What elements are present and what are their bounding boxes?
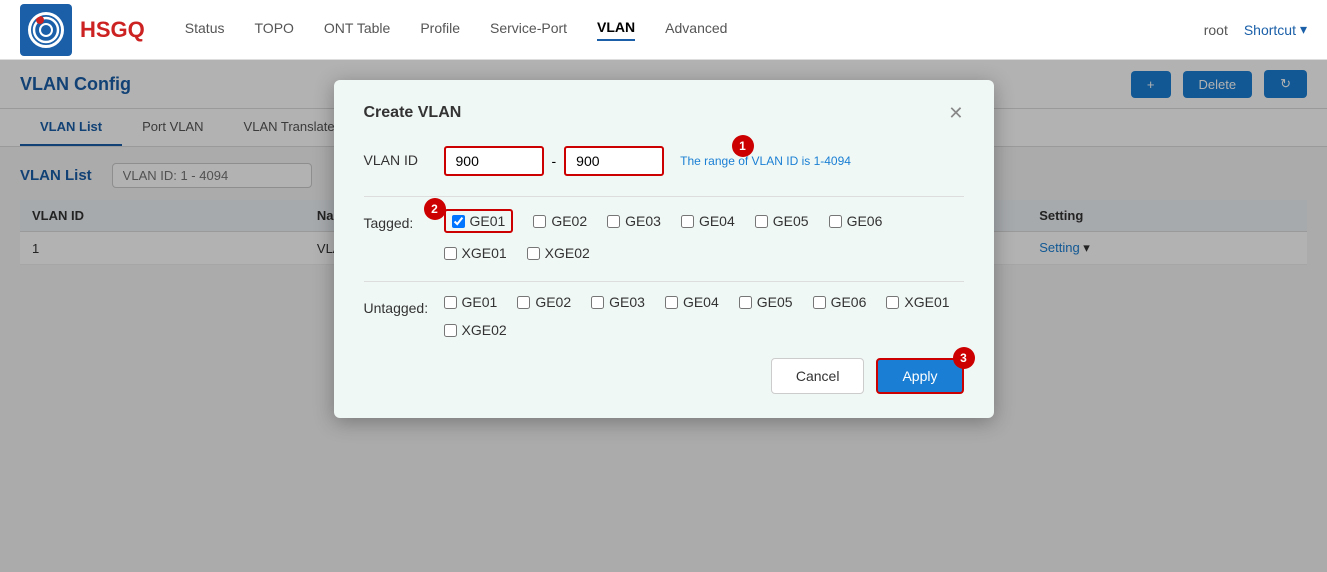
untagged-ge03-checkbox[interactable]	[591, 296, 604, 309]
nav-right: root Shortcut ▾	[1204, 21, 1307, 38]
tagged-ge05[interactable]: GE05	[755, 209, 809, 233]
vlan-id-start-input[interactable]	[444, 146, 544, 176]
tagged-ge01-checkbox[interactable]	[452, 215, 465, 228]
untagged-ge05-checkbox[interactable]	[739, 296, 752, 309]
tagged-xge02-checkbox[interactable]	[527, 247, 540, 260]
untagged-ge06-checkbox[interactable]	[813, 296, 826, 309]
tagged-ge04-checkbox[interactable]	[681, 215, 694, 228]
nav-profile[interactable]: Profile	[420, 20, 460, 40]
tagged-ge02-checkbox[interactable]	[533, 215, 546, 228]
chevron-down-icon: ▾	[1300, 21, 1307, 38]
vlan-id-end-input[interactable]	[564, 146, 664, 176]
untagged-ge06[interactable]: GE06	[813, 294, 867, 310]
tagged-xge02[interactable]: XGE02	[527, 245, 590, 261]
untagged-ge03[interactable]: GE03	[591, 294, 645, 310]
nav-links: Status TOPO ONT Table Profile Service-Po…	[185, 19, 1204, 41]
page-area: VLAN Config + Delete ↻ VLAN List Port VL…	[0, 60, 1327, 572]
vlan-id-separator: -	[552, 153, 557, 169]
step-badge-3: 3	[953, 347, 975, 369]
tagged-ge03[interactable]: GE03	[607, 209, 661, 233]
logo-text: HSGQ	[80, 17, 145, 43]
untagged-ge01[interactable]: GE01	[444, 294, 498, 310]
form-row-vlan-id: 1 VLAN ID - The range of VLAN ID is 1-40…	[364, 146, 964, 176]
tagged-ge05-checkbox[interactable]	[755, 215, 768, 228]
nav-ont-table[interactable]: ONT Table	[324, 20, 390, 40]
untagged-xge01-checkbox[interactable]	[886, 296, 899, 309]
tagged-ports-grid: GE01 GE02 GE03 GE04	[444, 209, 964, 261]
cancel-button[interactable]: Cancel	[771, 358, 865, 394]
untagged-xge01[interactable]: XGE01	[886, 294, 949, 310]
logo-area: HSGQ	[20, 4, 145, 56]
untagged-xge02-checkbox[interactable]	[444, 324, 457, 337]
nav-topo[interactable]: TOPO	[255, 20, 294, 40]
modal-close-button[interactable]: ✕	[948, 104, 963, 122]
create-vlan-modal: Create VLAN ✕ 1 VLAN ID - The range of V…	[334, 80, 994, 418]
untagged-content: GE01 GE02 GE03 GE04	[444, 294, 964, 338]
nav-advanced[interactable]: Advanced	[665, 20, 727, 40]
tagged-xge01-checkbox[interactable]	[444, 247, 457, 260]
untagged-ports-grid: GE01 GE02 GE03 GE04	[444, 294, 964, 338]
untagged-ge02[interactable]: GE02	[517, 294, 571, 310]
modal-header: Create VLAN ✕	[364, 104, 964, 122]
nav-status[interactable]: Status	[185, 20, 225, 40]
step-badge-1: 1	[732, 135, 754, 157]
nav-vlan[interactable]: VLAN	[597, 19, 635, 41]
tagged-ge03-checkbox[interactable]	[607, 215, 620, 228]
untagged-ge05[interactable]: GE05	[739, 294, 793, 310]
vlan-id-row: - The range of VLAN ID is 1-4094	[444, 146, 964, 176]
untagged-ge04[interactable]: GE04	[665, 294, 719, 310]
nav-shortcut[interactable]: Shortcut ▾	[1244, 21, 1307, 38]
modal-footer: 3 Cancel Apply	[364, 358, 964, 394]
tagged-xge01[interactable]: XGE01	[444, 245, 507, 261]
tagged-content: GE01 GE02 GE03 GE04	[444, 209, 964, 261]
untagged-ge01-checkbox[interactable]	[444, 296, 457, 309]
nav-root: root	[1204, 22, 1228, 38]
tagged-ge02[interactable]: GE02	[533, 209, 587, 233]
tagged-ge06[interactable]: GE06	[829, 209, 883, 233]
untagged-xge02[interactable]: XGE02	[444, 322, 507, 338]
step-badge-2: 2	[424, 198, 446, 220]
vlan-range-hint: The range of VLAN ID is 1-4094	[680, 154, 851, 168]
modal-overlay: Create VLAN ✕ 1 VLAN ID - The range of V…	[0, 60, 1327, 572]
vlan-id-label: VLAN ID	[364, 146, 444, 168]
logo-icon	[20, 4, 72, 56]
tagged-ge01[interactable]: GE01	[444, 209, 514, 233]
tagged-ge04[interactable]: GE04	[681, 209, 735, 233]
tagged-ge06-checkbox[interactable]	[829, 215, 842, 228]
form-row-tagged: 2 Tagged: GE01 GE02	[364, 209, 964, 261]
apply-button[interactable]: Apply	[876, 358, 963, 394]
nav-service-port[interactable]: Service-Port	[490, 20, 567, 40]
untagged-label: Untagged:	[364, 294, 444, 316]
untagged-ge04-checkbox[interactable]	[665, 296, 678, 309]
form-row-untagged: Untagged: GE01 GE02 GE03	[364, 294, 964, 338]
modal-title: Create VLAN	[364, 104, 462, 122]
vlan-id-content: - The range of VLAN ID is 1-4094	[444, 146, 964, 176]
header: HSGQ Status TOPO ONT Table Profile Servi…	[0, 0, 1327, 60]
untagged-ge02-checkbox[interactable]	[517, 296, 530, 309]
